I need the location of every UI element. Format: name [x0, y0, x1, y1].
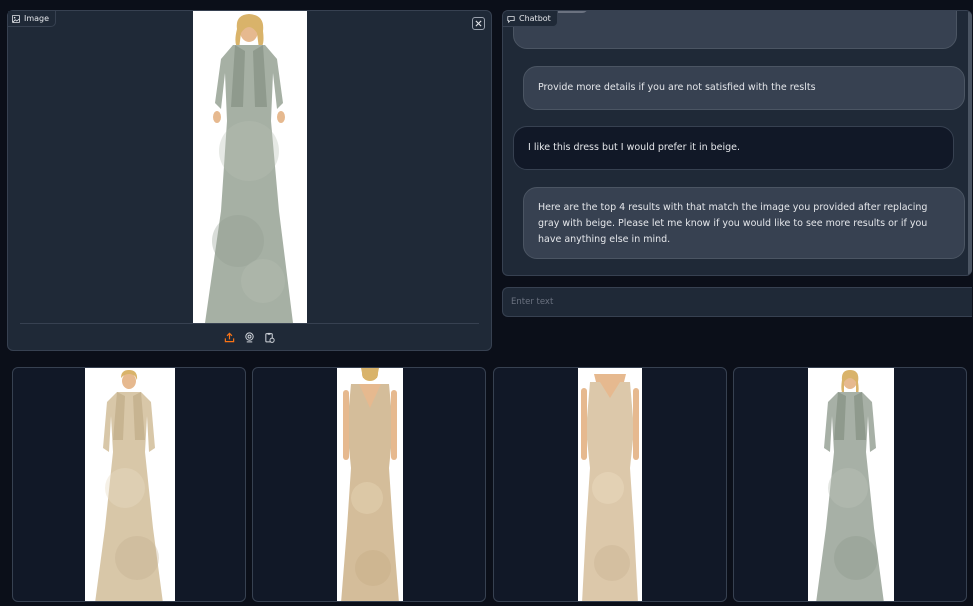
- gallery-image: [85, 368, 175, 601]
- chat-message-bot: Here are the top 4 results with that mat…: [523, 187, 965, 259]
- chat-icon: [507, 15, 515, 23]
- chat-message-text: Here are the top 4 results with that mat…: [538, 201, 928, 245]
- webcam-button[interactable]: [244, 331, 256, 343]
- gallery-item[interactable]: [733, 367, 967, 602]
- clipboard-button[interactable]: [264, 331, 276, 343]
- image-source-toolbar: [8, 331, 491, 343]
- chat-message-user: I like this dress but I would prefer it …: [513, 126, 954, 170]
- gallery-item[interactable]: [252, 367, 486, 602]
- divider: [20, 323, 479, 324]
- upload-icon: [224, 332, 235, 342]
- chat-message-text: I like this dress but I would prefer it …: [528, 142, 741, 153]
- gallery-image: [808, 368, 894, 601]
- chat-scrollbar-thumb[interactable]: [968, 11, 972, 275]
- uploaded-dress-image[interactable]: [193, 11, 307, 323]
- gallery-image: [578, 368, 642, 601]
- chatbot-label: Chatbot: [503, 11, 558, 27]
- chat-input-container: [502, 287, 972, 317]
- chatbot-panel: Provide more details if you are not sati…: [502, 10, 972, 276]
- clipboard-icon: [265, 332, 275, 343]
- image-panel: Image: [7, 10, 492, 351]
- chat-text-input[interactable]: [503, 288, 972, 316]
- gallery-image: [337, 368, 403, 601]
- webcam-icon: [245, 331, 254, 342]
- image-label: Image: [8, 11, 57, 27]
- chat-message-text: Provide more details if you are not sati…: [538, 82, 816, 93]
- gallery-item[interactable]: [493, 367, 727, 602]
- close-icon: [475, 20, 482, 27]
- chat-message-bot: [513, 11, 957, 49]
- clear-image-button[interactable]: [472, 17, 485, 30]
- chat-message-bot: Provide more details if you are not sati…: [523, 66, 965, 110]
- chatbot-label-text: Chatbot: [519, 14, 551, 23]
- gallery-item[interactable]: [12, 367, 246, 602]
- image-label-text: Image: [24, 14, 50, 23]
- upload-button[interactable]: [224, 331, 236, 343]
- image-icon: [12, 14, 20, 23]
- chat-scrollbar[interactable]: [968, 11, 972, 275]
